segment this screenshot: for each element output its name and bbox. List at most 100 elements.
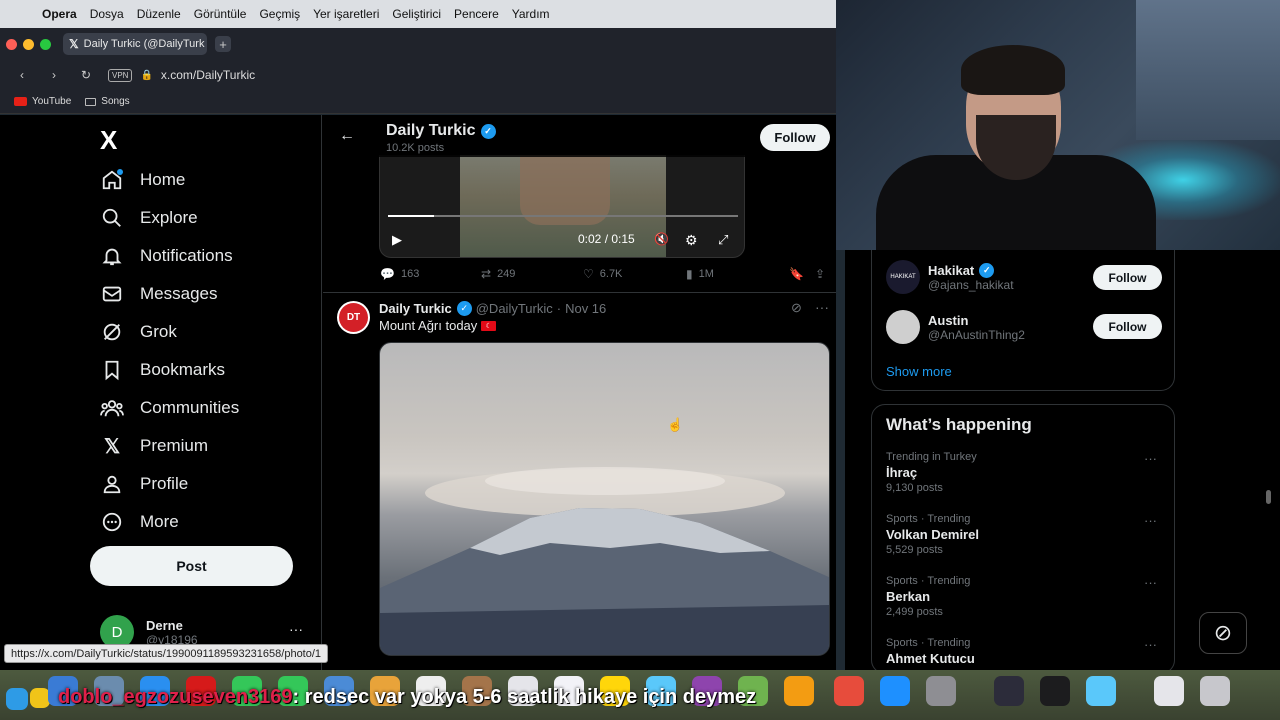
user-name-text: Hakikat — [928, 262, 975, 278]
trend-item[interactable]: Sports · Trending Volkan Demirel 5,529 p… — [886, 513, 1166, 556]
system-settings-icon[interactable] — [926, 676, 956, 706]
reply-button[interactable]: 💬 163 — [380, 267, 419, 281]
repost-count: 249 — [497, 268, 516, 280]
close-window-button[interactable] — [6, 38, 17, 50]
trend-name: Ahmet Kutucu — [886, 651, 975, 666]
new-tab-button[interactable]: + — [215, 36, 231, 52]
sidebar-item-home[interactable]: Home — [100, 168, 185, 192]
x-logo-icon[interactable]: X — [100, 125, 117, 156]
url-field[interactable]: x.com/DailyTurkic — [161, 68, 255, 82]
menu-item[interactable]: Pencere — [454, 7, 499, 21]
pages-icon[interactable] — [784, 676, 814, 706]
sidebar-item-profile[interactable]: Profile — [100, 472, 188, 496]
activity-monitor-icon[interactable] — [1040, 676, 1070, 706]
trend-more-icon[interactable]: ··· — [1144, 451, 1157, 466]
obs-icon[interactable] — [994, 676, 1024, 706]
account-more-icon[interactable]: ··· — [289, 621, 303, 637]
browser-tab[interactable]: 𝕏 Daily Turkic (@DailyTurk — [63, 33, 207, 55]
preview-icon[interactable] — [1086, 676, 1116, 706]
post-button[interactable]: Post — [90, 546, 293, 586]
grok-floating-button[interactable]: ⊘ — [1199, 612, 1247, 654]
back-nav-icon[interactable]: ‹ — [12, 68, 32, 82]
like-button[interactable]: ♡ 6.7K — [583, 267, 622, 281]
minimize-window-button[interactable] — [23, 38, 34, 50]
search-icon — [100, 206, 124, 230]
sidebar-item-premium[interactable]: 𝕏 Premium — [100, 434, 208, 458]
trend-item[interactable]: Sports · Trending Berkan 2,499 posts ··· — [886, 575, 1166, 618]
menu-item[interactable]: Yardım — [512, 7, 550, 21]
trend-item[interactable]: Trending in Turkey İhraç 9,130 posts ··· — [886, 451, 1166, 494]
mute-icon[interactable]: 🔇 — [654, 232, 669, 246]
menu-app-name[interactable]: Opera — [42, 7, 77, 21]
repost-icon: ⇄ — [481, 267, 492, 281]
sidebar-item-label: Notifications — [140, 246, 233, 265]
tweet-text: Mount Ağrı today ☾ — [379, 318, 497, 333]
zoom-window-button[interactable] — [40, 38, 51, 50]
tweet-author-name[interactable]: Daily Turkic — [379, 301, 452, 316]
bookmark-songs[interactable]: Songs — [85, 96, 130, 107]
follow-button[interactable]: Follow — [1093, 314, 1162, 339]
forward-nav-icon[interactable]: › — [44, 68, 64, 82]
follow-button[interactable]: Follow — [1093, 265, 1162, 290]
menu-item[interactable]: Görüntüle — [194, 7, 247, 21]
scrollbar[interactable] — [1266, 490, 1271, 504]
menu-item[interactable]: Dosya — [90, 7, 124, 21]
video-progress-bar[interactable] — [388, 215, 738, 217]
more-icon — [100, 510, 124, 534]
sidebar-item-notifications[interactable]: Notifications — [100, 244, 233, 268]
repost-button[interactable]: ⇄ 249 — [481, 267, 515, 281]
whats-happening: What’s happening Trending in Turkey İhra… — [871, 404, 1175, 674]
tweet-more-icon[interactable]: ··· — [815, 299, 829, 315]
app-store-icon[interactable] — [880, 676, 910, 706]
bookmark-youtube[interactable]: YouTube — [14, 96, 71, 107]
sidebar-item-grok[interactable]: Grok — [100, 320, 177, 344]
header-name: Daily Turkic — [386, 122, 476, 139]
header-post-count: 10.2K posts — [386, 142, 445, 154]
sidebar-item-label: More — [140, 512, 179, 531]
reload-icon[interactable]: ↻ — [76, 68, 96, 82]
menu-item[interactable]: Yer işaretleri — [313, 7, 379, 21]
trend-more-icon[interactable]: ··· — [1144, 575, 1157, 590]
divider — [323, 292, 836, 293]
lock-icon[interactable]: 🔒 — [140, 70, 152, 81]
menu-item[interactable]: Geliştirici — [392, 7, 441, 21]
trend-more-icon[interactable]: ··· — [1144, 513, 1157, 528]
bookmark-button[interactable]: 🔖 — [789, 267, 810, 281]
tweet-date[interactable]: Nov 16 — [565, 301, 606, 316]
home-icon — [100, 168, 124, 192]
section-title: What’s happening — [886, 415, 1032, 434]
app-icon[interactable] — [834, 676, 864, 706]
tweet-photo[interactable]: ☝ — [379, 342, 830, 656]
show-more-link[interactable]: Show more — [886, 364, 952, 379]
app-icon[interactable] — [30, 688, 50, 708]
sidebar-item-more[interactable]: More — [100, 510, 179, 534]
trash-icon[interactable] — [1200, 676, 1230, 706]
menu-item[interactable]: Geçmiş — [259, 7, 300, 21]
fullscreen-icon[interactable]: ⤢ — [718, 232, 728, 248]
mountain-image — [380, 467, 829, 655]
tweet-handle[interactable]: @DailyTurkic — [476, 301, 553, 316]
grok-icon[interactable]: ⊘ — [791, 300, 802, 316]
menu-item[interactable]: Düzenle — [137, 7, 181, 21]
settings-gear-icon[interactable]: ⚙ — [685, 232, 698, 249]
video-player[interactable]: ▶ 0:02 / 0:15 🔇 ⚙ ⤢ — [379, 155, 745, 258]
trend-name: İhraç — [886, 465, 918, 480]
sidebar-item-messages[interactable]: Messages — [100, 282, 217, 306]
trend-item[interactable]: Sports · Trending Ahmet Kutucu ··· — [886, 637, 1166, 666]
documents-folder-icon[interactable] — [1154, 676, 1184, 706]
sidebar-item-communities[interactable]: Communities — [100, 396, 239, 420]
app-icon[interactable] — [6, 688, 28, 710]
follow-button[interactable]: Follow — [760, 124, 830, 151]
back-arrow-icon[interactable]: ← — [339, 127, 355, 145]
suggested-user[interactable]: Austin @AnAustinThing2 — [886, 310, 1025, 344]
avatar[interactable]: DT — [337, 301, 370, 334]
play-icon[interactable]: ▶ — [392, 232, 402, 248]
share-button[interactable]: ⇪ — [815, 267, 831, 281]
sidebar-item-explore[interactable]: Explore — [100, 206, 198, 230]
youtube-icon — [14, 97, 27, 106]
suggested-user[interactable]: HAKIKAT Hakikat ✓ @ajans_hakikat — [886, 260, 1014, 294]
views-button[interactable]: ▮ 1M — [686, 267, 714, 281]
trend-more-icon[interactable]: ··· — [1144, 637, 1157, 652]
sidebar-item-bookmarks[interactable]: Bookmarks — [100, 358, 225, 382]
vpn-badge[interactable]: VPN — [108, 68, 133, 82]
